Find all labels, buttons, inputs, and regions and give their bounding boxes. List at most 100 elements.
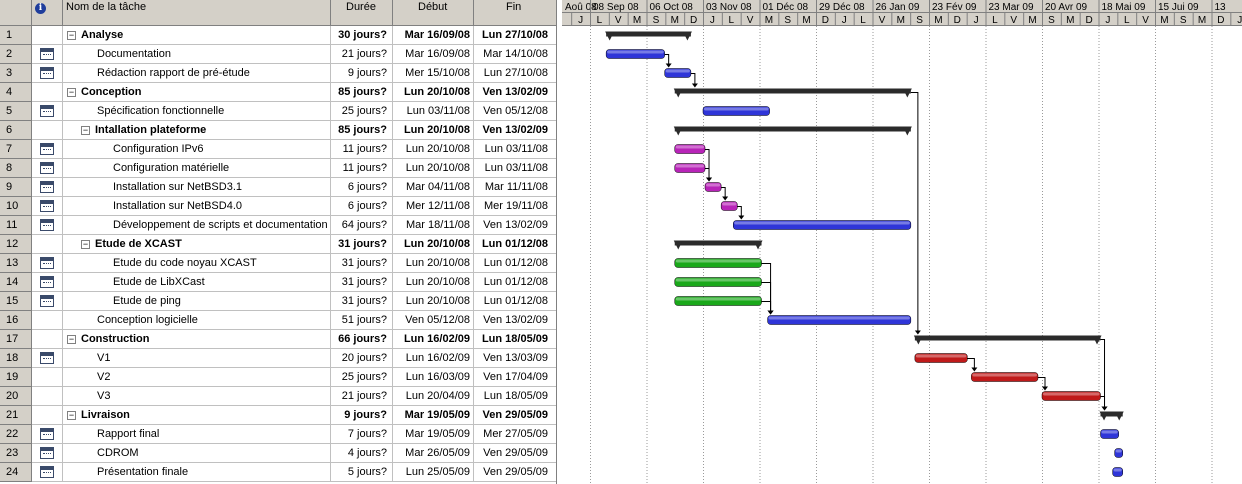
task-name[interactable]: Spécification fonctionnelle xyxy=(63,102,331,121)
task-start[interactable]: Lun 20/10/08 xyxy=(393,83,474,102)
task-duration[interactable]: 30 jours? xyxy=(331,26,393,45)
task-name[interactable]: Rédaction rapport de pré-étude xyxy=(63,64,331,83)
task-start[interactable]: Lun 20/10/08 xyxy=(393,273,474,292)
task-start[interactable]: Lun 20/10/08 xyxy=(393,121,474,140)
table-row[interactable]: 2 Documentation 21 jours? Mar 16/09/08 Mar 1… xyxy=(0,45,556,64)
row-id[interactable]: 14 xyxy=(0,273,32,292)
task-duration[interactable]: 6 jours? xyxy=(331,178,393,197)
task-name[interactable]: Configuration matérielle xyxy=(63,159,331,178)
task-end[interactable]: Ven 13/02/09 xyxy=(474,216,556,235)
task-start[interactable]: Mar 16/09/08 xyxy=(393,26,474,45)
task-end[interactable]: Mer 19/11/08 xyxy=(474,197,556,216)
collapse-toggle-icon[interactable]: − xyxy=(67,30,76,40)
task-end[interactable]: Lun 27/10/08 xyxy=(474,64,556,83)
table-row[interactable]: 1− Analyse 30 jours? Mar 16/09/08 Lun 27/10/… xyxy=(0,26,556,45)
task-name[interactable]: Etude du code noyau XCAST xyxy=(63,254,331,273)
table-row[interactable]: 14 Etude de LibXCast 31 jours? Lun 20/10/08… xyxy=(0,273,556,292)
task-end[interactable]: Ven 13/02/09 xyxy=(474,83,556,102)
task-end[interactable]: Mar 14/10/08 xyxy=(474,45,556,64)
task-duration[interactable]: 4 jours? xyxy=(331,444,393,463)
task-start[interactable]: Mar 26/05/09 xyxy=(393,444,474,463)
task-start[interactable]: Lun 20/10/08 xyxy=(393,140,474,159)
table-row[interactable]: 15 Etude de ping 31 jours? Lun 20/10/08 Lun … xyxy=(0,292,556,311)
task-duration[interactable]: 9 jours? xyxy=(331,64,393,83)
task-start[interactable]: Lun 16/02/09 xyxy=(393,349,474,368)
table-row[interactable]: 11 Développement de scripts et documentat… xyxy=(0,216,556,235)
task-end[interactable]: Ven 13/03/09 xyxy=(474,349,556,368)
row-id[interactable]: 13 xyxy=(0,254,32,273)
task-duration[interactable]: 25 jours? xyxy=(331,368,393,387)
task-start[interactable]: Mar 19/05/09 xyxy=(393,425,474,444)
task-duration[interactable]: 7 jours? xyxy=(331,425,393,444)
row-id[interactable]: 8 xyxy=(0,159,32,178)
table-row[interactable]: 5 Spécification fonctionnelle 25 jours? Lun… xyxy=(0,102,556,121)
task-duration[interactable]: 85 jours? xyxy=(331,83,393,102)
header-id[interactable] xyxy=(0,0,32,26)
row-id[interactable]: 10 xyxy=(0,197,32,216)
task-start[interactable]: Mar 04/11/08 xyxy=(393,178,474,197)
task-name[interactable]: Etude de ping xyxy=(63,292,331,311)
collapse-toggle-icon[interactable]: − xyxy=(67,87,76,97)
table-row[interactable]: 18 V1 20 jours? Lun 16/02/09 Ven 13/03/09 xyxy=(0,349,556,368)
task-start[interactable]: Mer 12/11/08 xyxy=(393,197,474,216)
row-id[interactable]: 11 xyxy=(0,216,32,235)
task-duration[interactable]: 31 jours? xyxy=(331,254,393,273)
task-start[interactable]: Lun 16/03/09 xyxy=(393,368,474,387)
row-id[interactable]: 20 xyxy=(0,387,32,406)
table-row[interactable]: 24 Présentation finale 5 jours? Lun 25/05/0… xyxy=(0,463,556,482)
task-duration[interactable]: 66 jours? xyxy=(331,330,393,349)
task-name[interactable]: − Intallation plateforme xyxy=(63,121,331,140)
row-id[interactable]: 3 xyxy=(0,64,32,83)
task-name[interactable]: V1 xyxy=(63,349,331,368)
header-duration[interactable]: Durée xyxy=(331,0,393,26)
task-start[interactable]: Lun 25/05/09 xyxy=(393,463,474,482)
task-name[interactable]: Configuration IPv6 xyxy=(63,140,331,159)
gantt-chart[interactable]: Aoû 08 08 Sep 08 06 Oct 08 03 Nov 08 01 Déc … xyxy=(562,0,1242,484)
task-start[interactable]: Lun 20/10/08 xyxy=(393,159,474,178)
task-end[interactable]: Ven 29/05/09 xyxy=(474,406,556,425)
task-duration[interactable]: 31 jours? xyxy=(331,235,393,254)
task-duration[interactable]: 20 jours? xyxy=(331,349,393,368)
task-end[interactable]: Mer 27/05/09 xyxy=(474,425,556,444)
task-end[interactable]: Lun 18/05/09 xyxy=(474,330,556,349)
task-start[interactable]: Mar 19/05/09 xyxy=(393,406,474,425)
task-duration[interactable]: 9 jours? xyxy=(331,406,393,425)
task-start[interactable]: Lun 03/11/08 xyxy=(393,102,474,121)
task-end[interactable]: Lun 01/12/08 xyxy=(474,292,556,311)
table-row[interactable]: 16 Conception logicielle 51 jours? Ven 05/1… xyxy=(0,311,556,330)
task-duration[interactable]: 21 jours? xyxy=(331,387,393,406)
task-name[interactable]: Développement de scripts et documentatio… xyxy=(63,216,331,235)
task-duration[interactable]: 64 jours? xyxy=(331,216,393,235)
task-start[interactable]: Mar 16/09/08 xyxy=(393,45,474,64)
task-end[interactable]: Ven 13/02/09 xyxy=(474,121,556,140)
collapse-toggle-icon[interactable]: − xyxy=(81,239,90,249)
task-start[interactable]: Lun 20/04/09 xyxy=(393,387,474,406)
row-id[interactable]: 19 xyxy=(0,368,32,387)
task-end[interactable]: Lun 27/10/08 xyxy=(474,26,556,45)
task-start[interactable]: Mer 15/10/08 xyxy=(393,64,474,83)
row-id[interactable]: 9 xyxy=(0,178,32,197)
row-id[interactable]: 15 xyxy=(0,292,32,311)
row-id[interactable]: 5 xyxy=(0,102,32,121)
task-name[interactable]: Etude de LibXCast xyxy=(63,273,331,292)
task-end[interactable]: Lun 01/12/08 xyxy=(474,273,556,292)
task-name[interactable]: Présentation finale xyxy=(63,463,331,482)
row-id[interactable]: 16 xyxy=(0,311,32,330)
row-id[interactable]: 7 xyxy=(0,140,32,159)
task-end[interactable]: Ven 05/12/08 xyxy=(474,102,556,121)
collapse-toggle-icon[interactable]: − xyxy=(81,125,90,135)
task-duration[interactable]: 85 jours? xyxy=(331,121,393,140)
task-end[interactable]: Lun 01/12/08 xyxy=(474,235,556,254)
task-name[interactable]: − Construction xyxy=(63,330,331,349)
table-row[interactable]: 21− Livraison 9 jours? Mar 19/05/09 Ven 29/0… xyxy=(0,406,556,425)
task-name[interactable]: Installation sur NetBSD4.0 xyxy=(63,197,331,216)
row-id[interactable]: 1 xyxy=(0,26,32,45)
header-start[interactable]: Début xyxy=(393,0,474,26)
table-row[interactable]: 22 Rapport final 7 jours? Mar 19/05/09 Mer 2… xyxy=(0,425,556,444)
table-row[interactable]: 6− Intallation plateforme 85 jours? Lun 20/… xyxy=(0,121,556,140)
task-duration[interactable]: 31 jours? xyxy=(331,273,393,292)
task-name[interactable]: Installation sur NetBSD3.1 xyxy=(63,178,331,197)
task-name[interactable]: Conception logicielle xyxy=(63,311,331,330)
task-duration[interactable]: 11 jours? xyxy=(331,159,393,178)
row-id[interactable]: 4 xyxy=(0,83,32,102)
